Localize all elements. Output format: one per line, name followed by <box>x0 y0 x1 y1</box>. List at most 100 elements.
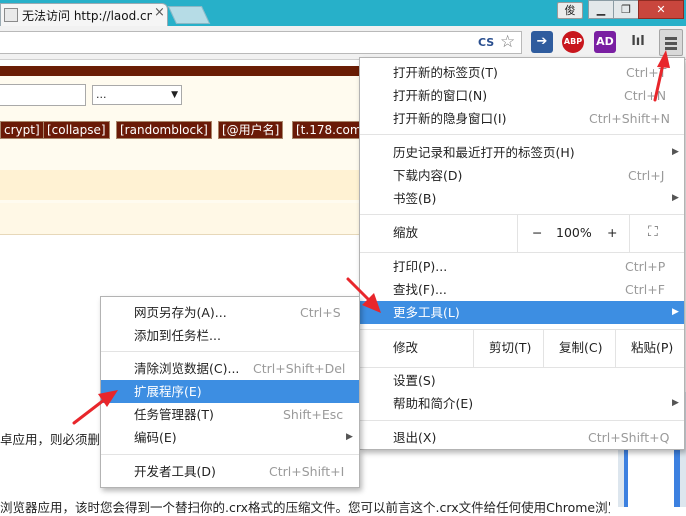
bbcode-tag[interactable]: [collapse] <box>43 121 110 139</box>
page-favicon-icon <box>4 8 18 22</box>
menu-item-shortcut: Ctrl+S <box>300 305 341 320</box>
browser-tab[interactable]: 无法访问 http://laod.cn/ × <box>0 3 168 26</box>
menu-item-more-tools[interactable]: 更多工具(L) ▶ <box>360 301 684 324</box>
menu-item-label: 打印(P)... <box>393 259 448 274</box>
chrome-main-menu: 打开新的标签页(T) Ctrl+T 打开新的窗口(N) Ctrl+N 打开新的隐身窗… <box>359 57 685 450</box>
bbcode-tag[interactable]: [randomblock] <box>116 121 212 139</box>
close-window-button[interactable]: ✕ <box>638 0 684 19</box>
zoom-in-button[interactable]: + <box>607 221 617 244</box>
menu-item-new-tab[interactable]: 打开新的标签页(T) Ctrl+T <box>360 61 684 84</box>
minimize-button[interactable]: ▁ <box>588 0 614 19</box>
menu-separator <box>101 351 359 352</box>
more-tools-submenu: 网页另存为(A)... Ctrl+S 添加到任务栏... 清除浏览数据(C)...… <box>100 296 360 488</box>
menu-item-shortcut: Ctrl+F <box>625 282 665 297</box>
submenu-arrow-icon: ▶ <box>672 193 679 203</box>
browser-toolbar: CS ☆ ➔ ABP AD lıl <box>0 26 686 60</box>
bbcode-tag[interactable]: [@用户名] <box>218 121 284 139</box>
submenu-item-devtools[interactable]: 开发者工具(D) Ctrl+Shift+I <box>101 460 359 483</box>
menu-item-new-window[interactable]: 打开新的窗口(N) Ctrl+N <box>360 84 684 107</box>
menu-item-label: 查找(F)... <box>393 282 447 297</box>
chrome-menu-button[interactable] <box>659 29 683 56</box>
restore-button[interactable]: ❐ <box>613 0 639 19</box>
menu-separator <box>360 252 684 253</box>
window-title-bar: 无法访问 http://laod.cn/ × 俊 ▁ ❐ ✕ <box>0 0 686 26</box>
menu-item-label: 下载内容(D) <box>393 168 463 183</box>
tab-title: 无法访问 http://laod.cn/ <box>22 9 152 23</box>
fullscreen-icon[interactable]: ⛶ <box>648 221 658 244</box>
menu-item-label: 打开新的标签页(T) <box>393 65 498 80</box>
new-tab-button[interactable] <box>167 6 211 24</box>
submenu-item-clear-data[interactable]: 清除浏览数据(C)... Ctrl+Shift+Del <box>101 357 359 380</box>
menu-item-label: 编码(E) <box>134 430 177 445</box>
menu-item-bookmarks[interactable]: 书签(B) ▶ <box>360 187 684 210</box>
submenu-arrow-icon: ▶ <box>672 398 679 408</box>
menu-item-shortcut: Ctrl+Shift+N <box>589 111 670 126</box>
menu-item-print[interactable]: 打印(P)... Ctrl+P <box>360 255 684 278</box>
zoom-out-button[interactable]: − <box>532 221 542 244</box>
menu-cell-divider <box>615 329 616 367</box>
menu-item-incognito[interactable]: 打开新的隐身窗口(I) Ctrl+Shift+N <box>360 107 684 130</box>
format-select-value: ... <box>96 88 107 101</box>
submenu-item-add-to-taskbar[interactable]: 添加到任务栏... <box>101 324 359 347</box>
menu-item-find[interactable]: 查找(F)... Ctrl+F <box>360 278 684 301</box>
submenu-item-task-manager[interactable]: 任务管理器(T) Shift+Esc <box>101 403 359 426</box>
submenu-item-encoding[interactable]: 编码(E) ▶ <box>101 426 359 449</box>
zoom-label: 缩放 <box>393 225 419 240</box>
copy-button[interactable]: 复制(C) <box>559 336 602 359</box>
tab-close-icon[interactable]: × <box>154 5 165 20</box>
menu-item-settings[interactable]: 设置(S) <box>360 369 684 392</box>
menu-item-label: 开发者工具(D) <box>134 464 216 479</box>
menu-item-exit[interactable]: 退出(X) Ctrl+Shift+Q <box>360 426 684 449</box>
menu-item-shortcut: Ctrl+T <box>626 65 667 80</box>
menu-separator <box>360 329 684 330</box>
address-bar[interactable]: CS ☆ <box>0 31 522 54</box>
bbcode-tag[interactable]: crypt] <box>0 121 44 139</box>
paste-button[interactable]: 粘贴(P) <box>631 336 673 359</box>
menu-item-label: 更多工具(L) <box>393 305 460 320</box>
menu-item-label: 退出(X) <box>393 430 437 445</box>
submenu-arrow-icon: ▶ <box>672 307 679 317</box>
menu-item-label: 帮助和简介(E) <box>393 396 474 411</box>
profile-button[interactable]: 俊 <box>557 2 583 19</box>
menu-item-help[interactable]: 帮助和简介(E) ▶ <box>360 392 684 415</box>
header-band <box>0 66 370 76</box>
menu-separator <box>101 454 359 455</box>
editor-row <box>0 203 370 234</box>
edit-label: 修改 <box>393 340 419 355</box>
submenu-arrow-icon: ▶ <box>672 147 679 157</box>
text-input[interactable] <box>0 84 86 106</box>
menu-separator <box>360 420 684 421</box>
menu-item-label: 扩展程序(E) <box>134 384 202 399</box>
article-text: 卓应用，则必须删除 <box>0 432 113 447</box>
cs-extension-icon[interactable]: CS <box>478 36 494 49</box>
menu-item-label: 打开新的窗口(N) <box>393 88 488 103</box>
submenu-item-save-page[interactable]: 网页另存为(A)... Ctrl+S <box>101 301 359 324</box>
menu-item-label: 设置(S) <box>393 373 436 388</box>
menu-item-label: 任务管理器(T) <box>134 407 214 422</box>
menu-item-label: 清除浏览数据(C)... <box>134 361 240 376</box>
extension-arrow-icon[interactable]: ➔ <box>531 31 553 53</box>
menu-item-downloads[interactable]: 下载内容(D) Ctrl+J <box>360 164 684 187</box>
stats-extension-icon[interactable]: lıl <box>627 31 649 53</box>
bookmark-star-icon[interactable]: ☆ <box>500 32 515 52</box>
submenu-item-extensions[interactable]: 扩展程序(E) <box>101 380 359 403</box>
menu-item-label: 历史记录和最近打开的标签页(H) <box>393 145 575 160</box>
menu-separator <box>360 214 684 215</box>
menu-item-shortcut: Ctrl+Shift+Q <box>588 430 670 445</box>
menu-item-shortcut: Ctrl+J <box>628 168 665 183</box>
menu-item-shortcut: Ctrl+Shift+I <box>269 464 345 479</box>
menu-item-shortcut: Ctrl+N <box>624 88 667 103</box>
adblock-ad-icon[interactable]: AD <box>594 31 616 53</box>
adblock-plus-icon[interactable]: ABP <box>562 31 584 53</box>
menu-item-label: 书签(B) <box>393 191 437 206</box>
chevron-down-icon: ▼ <box>171 90 178 100</box>
format-select[interactable]: ... ▼ <box>92 85 182 105</box>
editor-row <box>0 170 370 200</box>
cut-button[interactable]: 剪切(T) <box>489 336 531 359</box>
menu-separator <box>360 134 684 135</box>
zoom-level: 100% <box>556 225 592 240</box>
menu-separator <box>360 367 684 368</box>
submenu-arrow-icon: ▶ <box>346 432 353 442</box>
menu-item-history[interactable]: 历史记录和最近打开的标签页(H) ▶ <box>360 141 684 164</box>
menu-cell-divider <box>629 214 630 252</box>
